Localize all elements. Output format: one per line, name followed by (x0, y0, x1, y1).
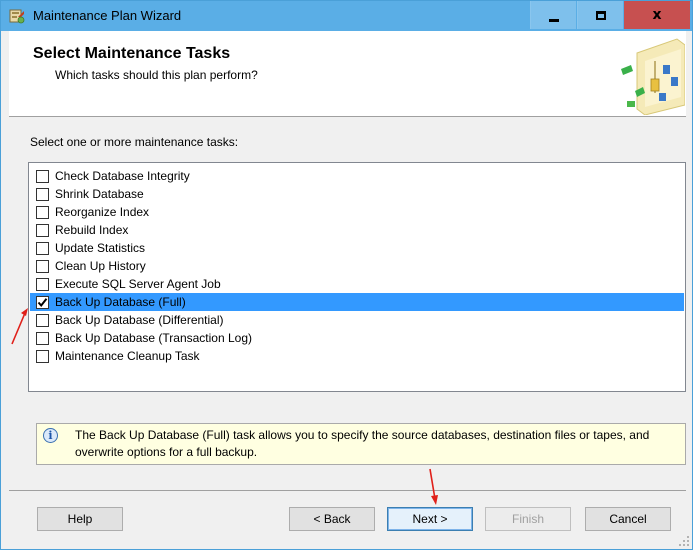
task-checkbox[interactable] (36, 313, 49, 327)
task-label: Check Database Integrity (55, 169, 190, 183)
task-label: Update Statistics (55, 241, 146, 255)
task-label: Back Up Database (Transaction Log) (55, 331, 252, 345)
wizard-app-icon (9, 9, 25, 24)
footer-divider (9, 490, 686, 491)
task-shrink-database[interactable]: Shrink Database (30, 185, 684, 203)
resize-grip-icon[interactable] (678, 535, 690, 547)
task-label: Shrink Database (55, 187, 144, 201)
checkmark-icon (37, 297, 48, 307)
task-checkbox[interactable] (36, 277, 49, 291)
task-checkbox[interactable] (36, 349, 49, 363)
task-checkbox[interactable] (36, 187, 49, 201)
maximize-button[interactable] (577, 1, 623, 29)
window-title: Maintenance Plan Wizard (33, 8, 182, 23)
annotation-arrow-icon (429, 468, 438, 505)
close-button[interactable]: x (624, 1, 690, 29)
task-label: Reorganize Index (55, 205, 150, 219)
maximize-icon (595, 10, 606, 20)
task-description-panel: i The Back Up Database (Full) task allow… (36, 423, 686, 465)
task-back-up-database-full[interactable]: Back Up Database (Full) (30, 293, 684, 311)
task-checkbox[interactable] (36, 241, 49, 255)
info-icon: i (43, 428, 58, 443)
next-button[interactable]: Next > (387, 507, 473, 531)
back-button[interactable]: < Back (289, 507, 375, 531)
finish-button: Finish (485, 507, 571, 531)
task-checkbox-checked[interactable] (36, 295, 49, 309)
task-checkbox[interactable] (36, 223, 49, 237)
task-label: Maintenance Cleanup Task (55, 349, 200, 363)
wizard-header: Select Maintenance Tasks Which tasks sho… (9, 31, 686, 117)
task-maintenance-cleanup-task[interactable]: Maintenance Cleanup Task (30, 347, 684, 365)
wizard-header-graphic-icon (621, 38, 685, 115)
title-bar[interactable]: Maintenance Plan Wizard x (1, 1, 692, 31)
minimize-button[interactable] (530, 1, 576, 29)
task-description-text: The Back Up Database (Full) task allows … (75, 428, 650, 459)
task-check-database-integrity[interactable]: Check Database Integrity (30, 167, 684, 185)
task-reorganize-index[interactable]: Reorganize Index (30, 203, 684, 221)
cancel-button[interactable]: Cancel (585, 507, 671, 531)
wizard-window: Maintenance Plan Wizard x Select Mainten… (0, 0, 693, 550)
annotation-arrow-icon (11, 308, 28, 345)
page-subtitle: Which tasks should this plan perform? (55, 68, 258, 82)
task-checkbox[interactable] (36, 205, 49, 219)
task-execute-sql-server-agent-job[interactable]: Execute SQL Server Agent Job (30, 275, 684, 293)
wizard-content: Select one or more maintenance tasks: Ch… (9, 118, 686, 480)
task-label: Rebuild Index (55, 223, 129, 237)
task-clean-up-history[interactable]: Clean Up History (30, 257, 684, 275)
task-back-up-database-transaction-log[interactable]: Back Up Database (Transaction Log) (30, 329, 684, 347)
maintenance-tasks-list[interactable]: Check Database Integrity Shrink Database… (28, 162, 686, 392)
task-rebuild-index[interactable]: Rebuild Index (30, 221, 684, 239)
help-button[interactable]: Help (37, 507, 123, 531)
close-icon: x (652, 7, 662, 23)
page-title: Select Maintenance Tasks (33, 45, 231, 62)
task-label: Back Up Database (Differential) (55, 313, 224, 327)
task-back-up-database-differential[interactable]: Back Up Database (Differential) (30, 311, 684, 329)
task-checkbox[interactable] (36, 331, 49, 345)
task-label: Back Up Database (Full) (55, 295, 186, 309)
minimize-icon (548, 18, 559, 22)
task-update-statistics[interactable]: Update Statistics (30, 239, 684, 257)
task-label: Clean Up History (55, 259, 146, 273)
task-checkbox[interactable] (36, 259, 49, 273)
tasks-prompt-label: Select one or more maintenance tasks: (30, 135, 239, 149)
task-checkbox[interactable] (36, 169, 49, 183)
task-label: Execute SQL Server Agent Job (55, 277, 221, 291)
